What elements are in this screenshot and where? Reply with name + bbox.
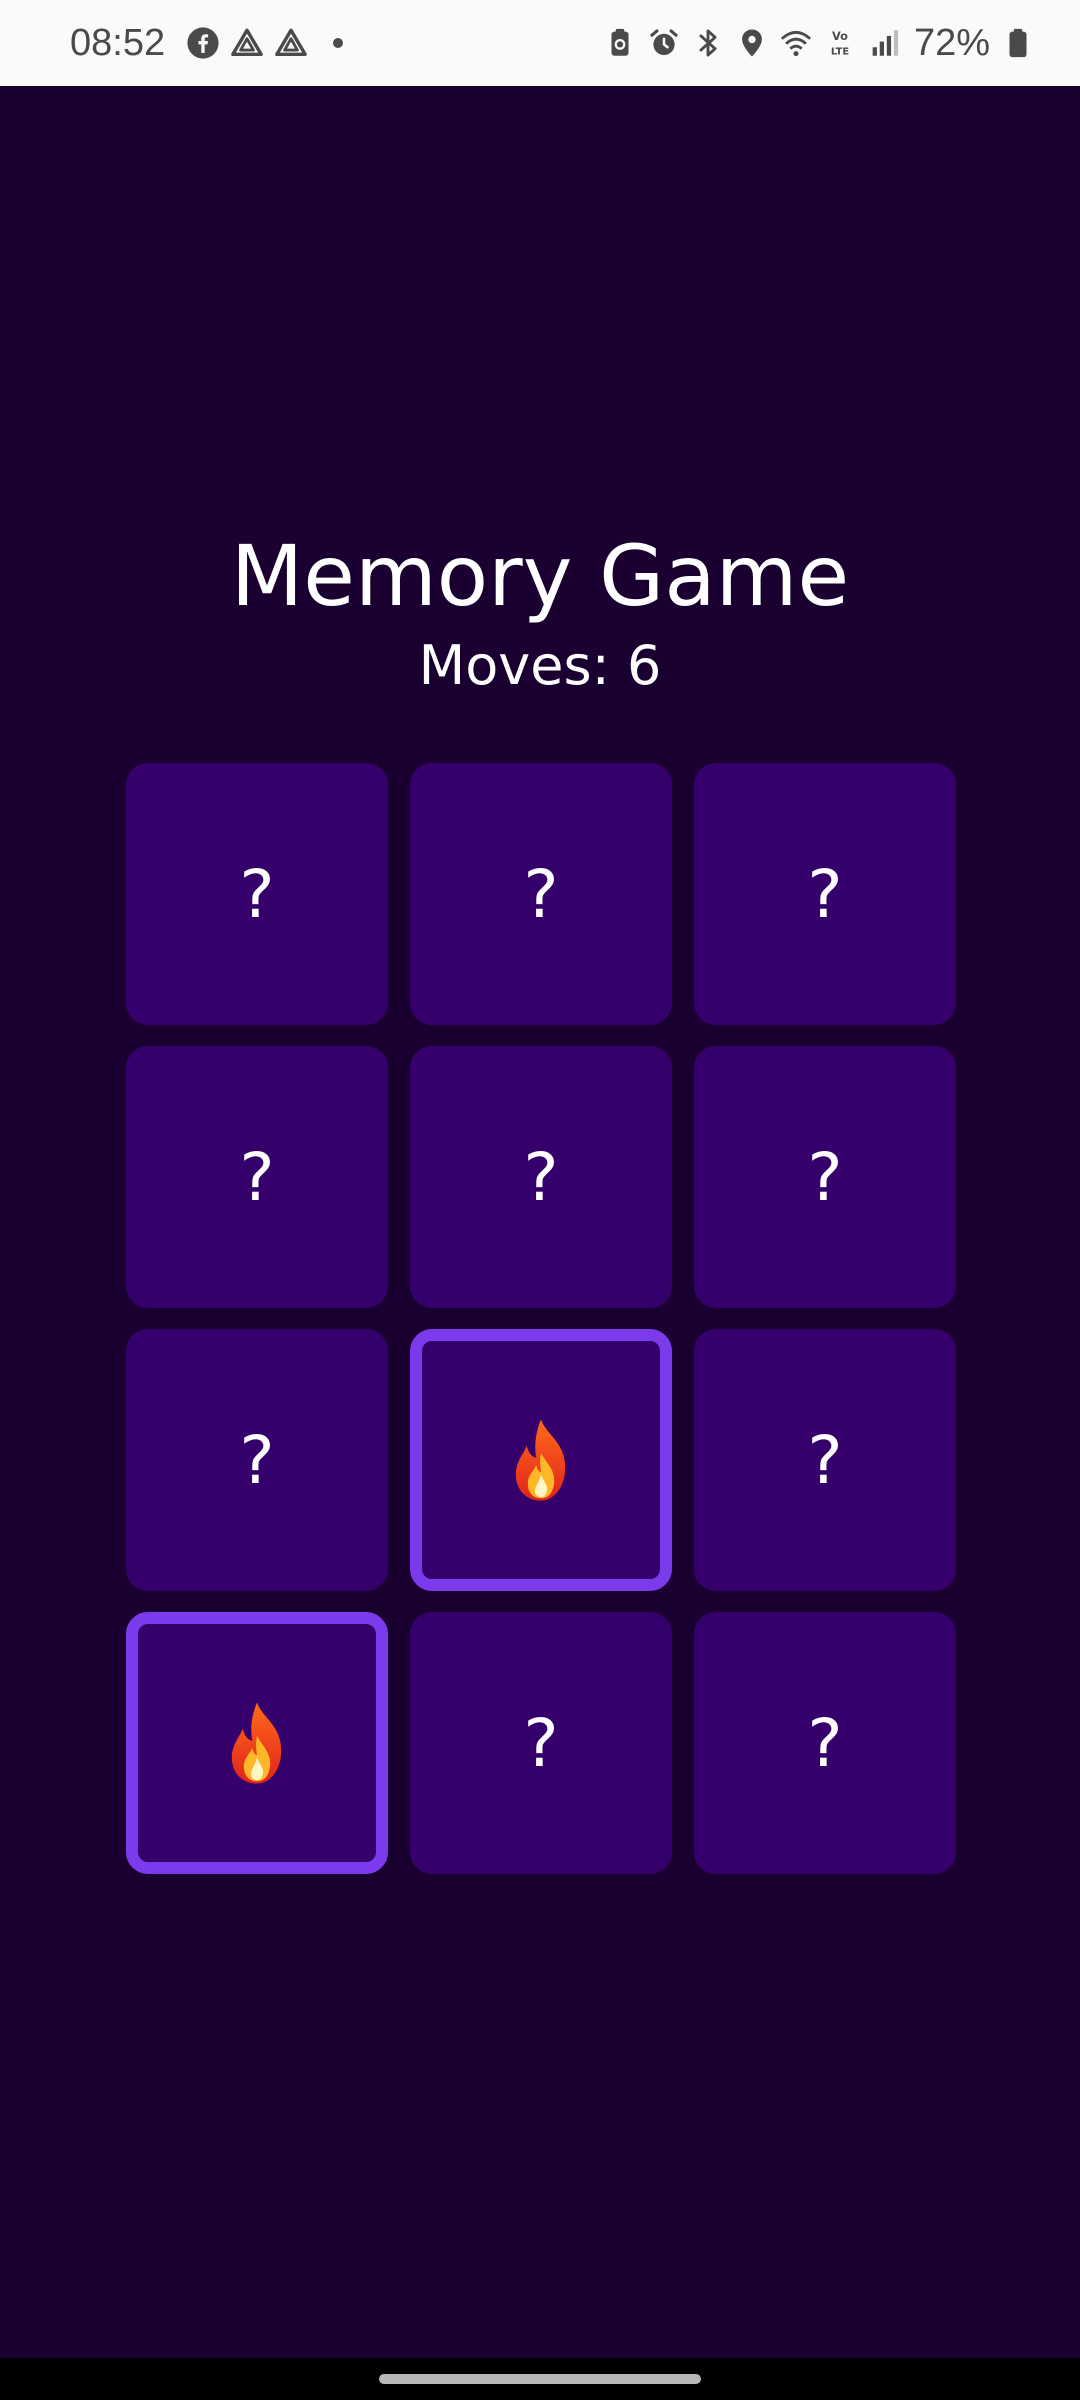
card-2[interactable]: ? xyxy=(410,763,672,1025)
card-hidden-symbol: ? xyxy=(239,1138,275,1216)
alarm-icon xyxy=(646,25,682,61)
card-hidden-symbol: ? xyxy=(239,855,275,933)
volte-icon: Vo LTE xyxy=(822,25,858,61)
card-hidden-symbol: ? xyxy=(239,1421,275,1499)
svg-text:LTE: LTE xyxy=(831,46,849,57)
card-7[interactable]: ? xyxy=(126,1329,388,1591)
card-hidden-symbol: ? xyxy=(807,1704,843,1782)
status-time: 08:52 xyxy=(70,21,166,64)
card-9[interactable]: ? xyxy=(694,1329,956,1591)
memory-game-screen: Memory Game Moves: 6 ? ? ? ? ? ? ? ? ? ? xyxy=(0,86,1080,2358)
card-hidden-symbol: ? xyxy=(807,1421,843,1499)
status-bar: 08:52 Vo LTE 72% xyxy=(0,0,1080,86)
card-hidden-symbol: ? xyxy=(807,855,843,933)
card-3[interactable]: ? xyxy=(694,763,956,1025)
card-1[interactable]: ? xyxy=(126,763,388,1025)
fire-icon xyxy=(221,1700,293,1786)
card-4[interactable]: ? xyxy=(126,1046,388,1308)
location-icon xyxy=(734,25,770,61)
signal-icon xyxy=(866,25,902,61)
page-title: Memory Game xyxy=(230,527,850,625)
moves-counter: Moves: 6 xyxy=(418,634,662,697)
bluetooth-icon xyxy=(690,25,726,61)
notification-dot xyxy=(333,38,344,48)
card-8[interactable] xyxy=(410,1329,672,1591)
battery-icon xyxy=(1000,25,1036,61)
navigation-bar xyxy=(0,2358,1080,2400)
card-12[interactable]: ? xyxy=(694,1612,956,1874)
card-grid: ? ? ? ? ? ? ? ? ? ? xyxy=(126,763,956,1874)
drive-icon xyxy=(273,25,309,61)
battery-percent: 72% xyxy=(913,21,990,64)
home-gesture-handle[interactable] xyxy=(379,2374,701,2384)
wifi-icon xyxy=(778,25,814,61)
svg-text:Vo: Vo xyxy=(832,29,848,43)
drive-icon xyxy=(229,25,265,61)
card-hidden-symbol: ? xyxy=(523,1138,559,1216)
fire-icon xyxy=(505,1417,577,1503)
card-10[interactable] xyxy=(126,1612,388,1874)
card-11[interactable]: ? xyxy=(410,1612,672,1874)
card-6[interactable]: ? xyxy=(694,1046,956,1308)
card-hidden-symbol: ? xyxy=(523,855,559,933)
battery-saver-icon xyxy=(602,25,638,61)
card-hidden-symbol: ? xyxy=(523,1704,559,1782)
card-5[interactable]: ? xyxy=(410,1046,672,1308)
facebook-icon xyxy=(185,25,221,61)
status-right: Vo LTE 72% xyxy=(598,22,1040,65)
status-left: 08:52 xyxy=(70,21,344,65)
card-hidden-symbol: ? xyxy=(807,1138,843,1216)
